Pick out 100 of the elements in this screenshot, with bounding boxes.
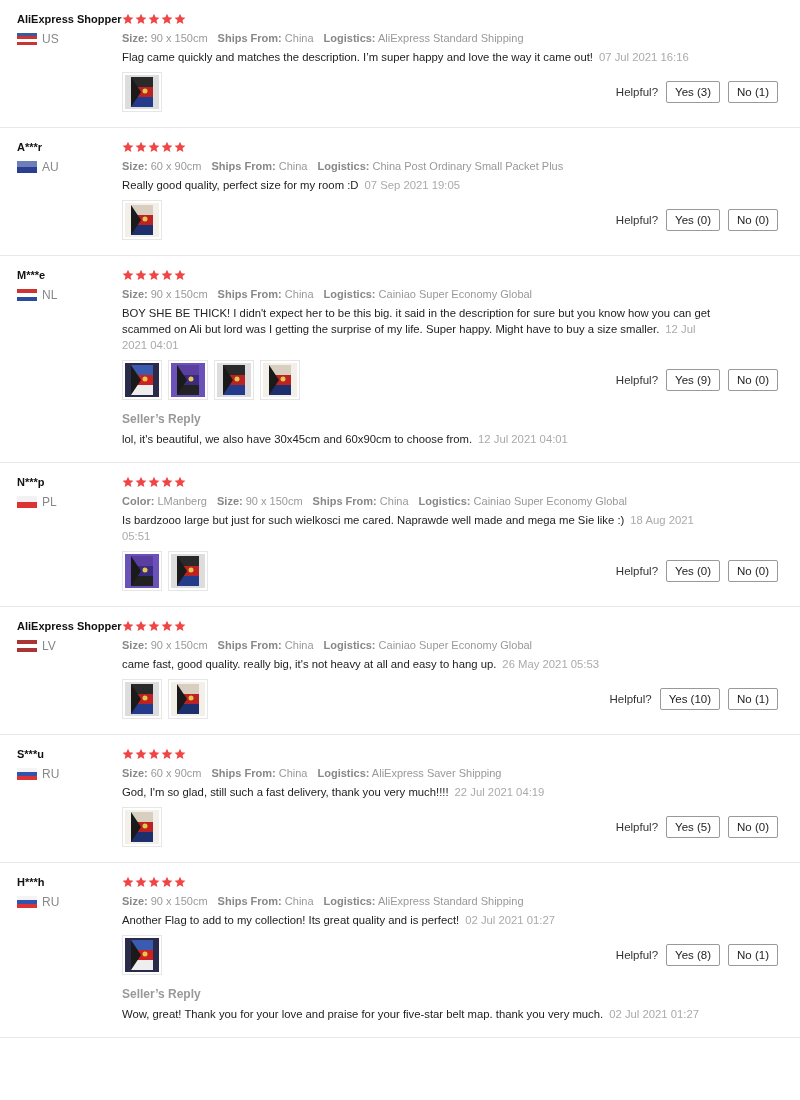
product-attribute: Ships From: China [211,159,308,174]
seller-reply-label: Seller’s Reply [122,987,202,1001]
country-code: RU [42,895,60,909]
star-icon [122,141,134,153]
no-button[interactable]: No (0) [728,209,778,231]
star-icon [174,269,186,281]
flag-icon [17,496,37,508]
reviewer-name: AliExpress Shopper [16,12,122,27]
product-attribute: Size: 90 x 150cm [122,287,208,302]
reviewer-name: M***e [16,268,46,283]
flag-icon [17,33,37,45]
helpful-label: Helpful? [609,693,652,705]
no-button[interactable]: No (0) [728,369,778,391]
seller-reply-label: Seller’s Reply [122,412,202,426]
yes-button[interactable]: Yes (5) [666,816,721,838]
country-code: NL [42,288,58,302]
photo-thumbnail[interactable] [214,360,254,400]
product-attribute: Ships From: China [217,894,314,909]
star-icon [122,876,134,888]
product-attribute: Logistics: AliExpress Standard Shipping [323,894,524,909]
star-icon [135,13,147,25]
product-attribute: Ships From: China [217,31,314,46]
star-icon [148,748,160,760]
photo-thumbnail[interactable] [122,807,162,847]
product-attribute: Size: 60 x 90cm [122,159,202,174]
photo-thumbnail[interactable] [168,679,208,719]
star-icon [174,876,186,888]
photo-thumbnail[interactable] [122,679,162,719]
review-text: Another Flag to add to my collection! Its great quality and is perfect! 02 Jul 2021 01:27 [122,913,557,928]
star-icon [148,620,160,632]
reviewer-name: S***u [16,747,44,762]
no-button[interactable]: No (1) [728,688,778,710]
star-icon [135,141,147,153]
star-icon [148,13,160,25]
star-icon [174,476,186,488]
helpful-label: Helpful? [615,565,659,577]
star-icon [122,269,134,281]
star-icon [135,269,147,281]
yes-button[interactable]: Yes (3) [666,81,721,103]
star-icon [161,141,173,153]
reviewer-name: A***r [16,140,43,155]
yes-button[interactable]: Yes (0) [666,560,721,582]
product-attribute: Logistics: Cainiao Super Economy Global [323,287,533,302]
product-attribute: Logistics: AliExpress Saver Shipping [317,766,502,781]
reviewer-name: N***p [16,475,45,490]
review-text: BOY SHE BE THICK! I didn't expect her to be this big. it said in the description for sure but you know how you can get scammed on Ali but lord was I getting the surprise of my life. Super happy. Might have to buy a size smaller. 12 Jul 2021 04:01 [122,306,712,353]
yes-button[interactable]: Yes (9) [666,369,721,391]
review-text: God, I'm so glad, still such a fast delivery, thank you very much!!!! 22 Jul 2021 04:19 [122,785,546,800]
helpful-label: Helpful? [615,949,659,961]
yes-button[interactable]: Yes (10) [659,688,721,710]
product-attribute: Size: 60 x 90cm [122,766,202,781]
reviewer-name: H***h [16,875,45,890]
photo-thumbnail[interactable] [168,360,208,400]
star-icon [135,620,147,632]
country-code: AU [42,160,59,174]
yes-button[interactable]: Yes (0) [666,209,721,231]
review-text: Flag came quickly and matches the description. I’m super happy and love the way it came out! 07 Jul 2021 16:16 [122,50,690,65]
product-attribute: Size: 90 x 150cm [217,494,303,509]
review-text: Is bardzooo large but just for such wielkosci me cared. Naprawde well made and mega me Sie like :) 18 Aug 2021 05:51 [122,513,695,544]
photo-thumbnail[interactable] [122,200,162,240]
photo-thumbnail[interactable] [122,935,162,975]
star-icon [161,476,173,488]
product-attribute: Size: 90 x 150cm [122,638,208,653]
no-button[interactable]: No (1) [728,81,778,103]
flag-icon [17,896,37,908]
no-button[interactable]: No (1) [728,944,778,966]
product-attribute: Color: LManberg [122,494,207,509]
photo-thumbnail[interactable] [260,360,300,400]
product-attribute: Logistics: China Post Ordinary Small Packet Plus [317,159,564,174]
star-icon [148,269,160,281]
star-icon [135,748,147,760]
star-icon [148,876,160,888]
helpful-label: Helpful? [615,374,659,386]
product-attribute: Ships From: China [312,494,409,509]
star-icon [161,620,173,632]
photo-thumbnail[interactable] [122,551,162,591]
star-icon [148,141,160,153]
reply-text: Wow, great! Thank you for your love and praise for your five-star belt map. thank you very much. 02 Jul 2021 01:27 [122,1007,700,1022]
star-icon [148,476,160,488]
star-icon [122,620,134,632]
yes-button[interactable]: Yes (8) [666,944,721,966]
star-icon [161,13,173,25]
photo-thumbnail[interactable] [122,72,162,112]
product-attribute: Logistics: Cainiao Super Economy Global [323,638,533,653]
star-icon [161,269,173,281]
flag-icon [17,768,37,780]
no-button[interactable]: No (0) [728,560,778,582]
photo-thumbnail[interactable] [122,360,162,400]
product-attribute: Size: 90 x 150cm [122,31,208,46]
country-code: US [42,32,59,46]
photo-thumbnail[interactable] [168,551,208,591]
product-attribute: Ships From: China [217,287,314,302]
star-icon [135,876,147,888]
country-code: RU [42,767,60,781]
product-attribute: Ships From: China [211,766,308,781]
star-icon [174,748,186,760]
no-button[interactable]: No (0) [728,816,778,838]
country-code: LV [42,639,56,653]
star-icon [161,748,173,760]
product-attribute: Logistics: Cainiao Super Economy Global [418,494,628,509]
